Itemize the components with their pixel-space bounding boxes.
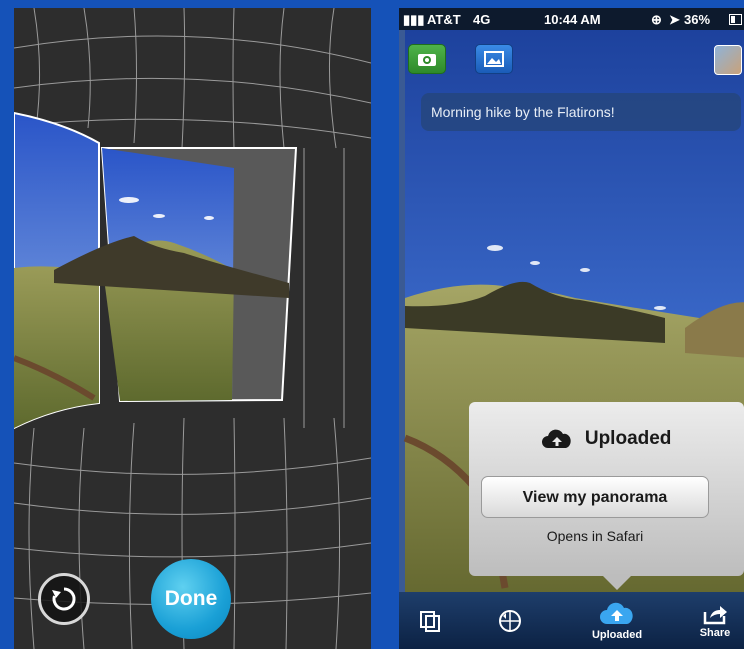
cloud-upload-icon [541, 429, 571, 448]
photo-icon [484, 51, 504, 67]
popup-title-label: Uploaded [584, 428, 672, 450]
battery-label: 36% [684, 12, 711, 27]
capture-viewport [14, 8, 371, 649]
undo-icon [52, 587, 76, 611]
pages-icon [420, 610, 440, 632]
network-label: 4G [473, 12, 491, 27]
carrier-label: AT&T [427, 12, 461, 27]
battery-icon [729, 13, 743, 28]
share-screen: ▮▮▮ AT&T 4G 10:44 AM ⊕ ➤ 36% Morning hik… [399, 8, 744, 649]
status-bar: ▮▮▮ AT&T 4G 10:44 AM ⊕ ➤ 36% [399, 8, 744, 30]
done-label: Done [164, 587, 218, 610]
rotation-lock-icon: ⊕ [651, 12, 662, 27]
cloud-upload-icon [600, 602, 633, 624]
popup-pointer [601, 574, 633, 590]
share-icon [703, 605, 727, 624]
location-icon: ➤ [669, 12, 680, 27]
tab-share-label: Share [699, 626, 731, 639]
tab-uploaded-label: Uploaded [591, 628, 643, 641]
done-button[interactable]: Done [151, 559, 231, 639]
upload-popup: Uploaded View my panorama Opens in Safar… [469, 402, 744, 576]
avatar[interactable] [714, 45, 742, 75]
tab-uploaded[interactable]: Uploaded [589, 592, 645, 649]
undo-button[interactable] [38, 573, 90, 625]
view-panorama-button[interactable]: View my panorama [481, 476, 709, 518]
opens-in-safari-note: Opens in Safari [546, 528, 644, 544]
caption-field[interactable]: Morning hike by the Flatirons! [421, 93, 741, 131]
popup-title: Uploaded [469, 428, 744, 450]
tab-bar: Uploaded Share [399, 592, 744, 649]
tab-panorama[interactable] [493, 592, 527, 649]
tab-pages[interactable] [413, 592, 447, 649]
camera-button[interactable] [408, 44, 446, 74]
panorama-icon [499, 609, 521, 632]
tab-share[interactable]: Share [695, 592, 735, 649]
camera-icon [418, 54, 436, 66]
clock: 10:44 AM [544, 12, 601, 27]
signal-icon: ▮▮▮ [403, 12, 425, 27]
capture-screen: Done [14, 8, 371, 649]
gallery-button[interactable] [475, 44, 513, 74]
